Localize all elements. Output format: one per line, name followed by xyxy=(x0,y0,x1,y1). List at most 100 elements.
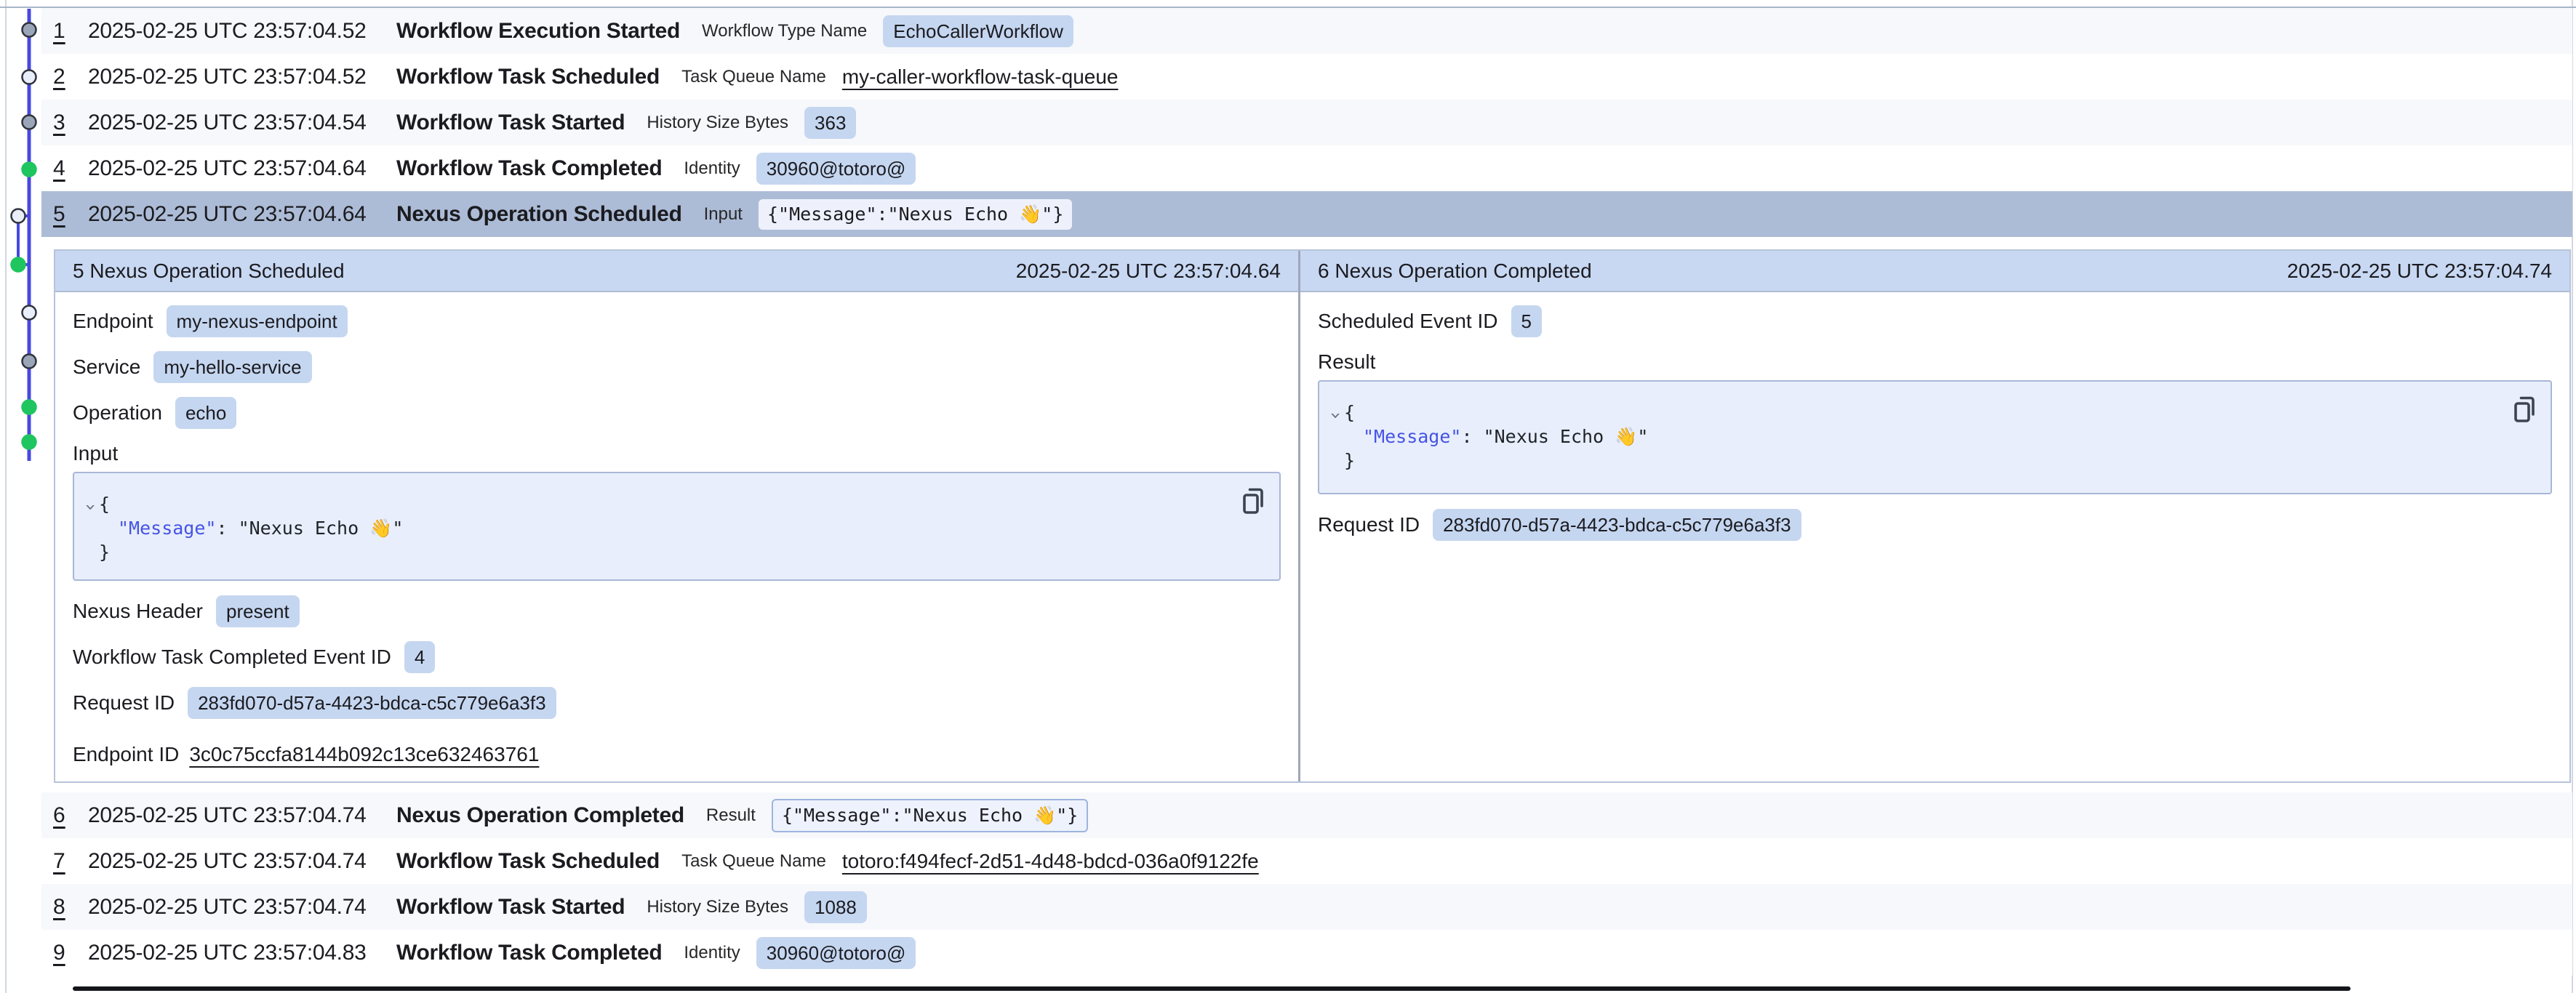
event-dot[interactable] xyxy=(23,116,36,129)
event-dot[interactable] xyxy=(23,435,36,449)
event-dot[interactable] xyxy=(23,306,36,320)
event-id-link[interactable]: 1 xyxy=(53,19,88,44)
input-section-label: Input xyxy=(73,435,1281,472)
event-detail-label: Task Queue Name xyxy=(681,67,826,87)
field-endpoint: Endpoint my-nexus-endpoint xyxy=(73,298,1281,344)
input-json-block: › { "Message": "Nexus Echo 👋" } xyxy=(73,472,1281,581)
event-id-link[interactable]: 3 xyxy=(53,110,88,135)
task-queue-link[interactable]: totoro:f494fecf-2d51-4d48-bdcd-036a0f912… xyxy=(842,850,1259,873)
event-row[interactable]: 6 2025-02-25 UTC 23:57:04.74 Nexus Opera… xyxy=(41,792,2572,838)
json-key: "Message" xyxy=(118,518,216,539)
bottom-scrollbar[interactable] xyxy=(73,986,2351,991)
field-value-badge: my-nexus-endpoint xyxy=(167,305,348,337)
event-row[interactable]: 1 2025-02-25 UTC 23:57:04.52 Workflow Ex… xyxy=(41,8,2572,54)
panel-timestamp: 2025-02-25 UTC 23:57:04.64 xyxy=(1016,260,1281,283)
event-dot[interactable] xyxy=(23,355,36,369)
event-timestamp: 2025-02-25 UTC 23:57:04.54 xyxy=(88,110,369,135)
event-timestamp: 2025-02-25 UTC 23:57:04.64 xyxy=(88,202,369,227)
field-value-badge: my-hello-service xyxy=(153,351,311,383)
panel-timestamp: 2025-02-25 UTC 23:57:04.74 xyxy=(2287,260,2552,283)
collapse-chevron-icon[interactable]: › xyxy=(78,502,102,513)
event-detail-badge: 30960@totoro@ xyxy=(756,153,916,185)
event-detail-badge: 30960@totoro@ xyxy=(756,937,916,969)
field-operation: Operation echo xyxy=(73,390,1281,435)
event-id-link[interactable]: 8 xyxy=(53,895,88,920)
field-wft-completed-event-id: Workflow Task Completed Event ID 4 xyxy=(73,634,1281,680)
event-id-link[interactable]: 6 xyxy=(53,803,88,828)
copy-icon[interactable] xyxy=(2511,395,2537,425)
event-id-link[interactable]: 5 xyxy=(53,202,88,227)
event-dot[interactable] xyxy=(23,163,36,177)
event-row[interactable]: 3 2025-02-25 UTC 23:57:04.54 Workflow Ta… xyxy=(41,100,2572,145)
event-dot[interactable] xyxy=(23,71,36,84)
endpoint-id-link[interactable]: 3c0c75ccfa8144b092c13ce632463761 xyxy=(189,743,539,766)
event-type-name: Workflow Task Scheduled xyxy=(396,849,660,874)
panel-header: 6 Nexus Operation Completed 2025-02-25 U… xyxy=(1300,251,2569,292)
field-label: Request ID xyxy=(73,691,175,715)
panel-title: 5 Nexus Operation Scheduled xyxy=(73,260,345,283)
event-detail-label: History Size Bytes xyxy=(647,897,788,917)
event-id-link[interactable]: 7 xyxy=(53,849,88,874)
event-timestamp: 2025-02-25 UTC 23:57:04.52 xyxy=(88,65,369,89)
field-value-badge: 4 xyxy=(404,641,435,673)
event-detail-label: Input xyxy=(704,204,743,225)
field-request-id: Request ID 283fd070-d57a-4423-bdca-c5c77… xyxy=(73,680,1281,725)
json-value: "Nexus Echo 👋" xyxy=(239,518,404,539)
event-detail-label: Identity xyxy=(684,943,740,963)
field-label: Workflow Task Completed Event ID xyxy=(73,646,391,669)
event-timestamp: 2025-02-25 UTC 23:57:04.52 xyxy=(88,19,369,44)
event-detail-label: Workflow Type Name xyxy=(702,21,867,41)
event-detail-panels: 5 Nexus Operation Scheduled 2025-02-25 U… xyxy=(54,249,2571,783)
json-value: "Nexus Echo 👋" xyxy=(1484,426,1649,447)
event-type-name: Workflow Task Started xyxy=(396,895,625,920)
field-value-badge: 5 xyxy=(1511,305,1542,337)
field-label: Request ID xyxy=(1318,513,1420,536)
task-queue-link[interactable]: my-caller-workflow-task-queue xyxy=(842,65,1119,89)
event-type-name: Nexus Operation Completed xyxy=(396,803,684,828)
field-endpoint-id: Endpoint ID 3c0c75ccfa8144b092c13ce63246… xyxy=(73,731,1281,777)
event-timestamp: 2025-02-25 UTC 23:57:04.74 xyxy=(88,895,369,920)
field-value-badge: echo xyxy=(175,397,236,429)
event-timestamp: 2025-02-25 UTC 23:57:04.83 xyxy=(88,941,369,965)
panel-body: Scheduled Event ID 5 Result › { "Message… xyxy=(1300,292,2569,547)
nexus-completed-panel: 6 Nexus Operation Completed 2025-02-25 U… xyxy=(1300,251,2569,781)
field-label: Scheduled Event ID xyxy=(1318,310,1498,333)
event-dot[interactable] xyxy=(23,401,36,414)
event-detail-badge: EchoCallerWorkflow xyxy=(883,15,1073,47)
event-rows-bottom: 6 2025-02-25 UTC 23:57:04.74 Nexus Opera… xyxy=(41,792,2572,976)
event-id-link[interactable]: 2 xyxy=(53,65,88,89)
field-label: Operation xyxy=(73,401,162,425)
event-type-name: Workflow Task Started xyxy=(396,110,625,135)
event-detail-label: Identity xyxy=(684,158,740,179)
panel-header: 5 Nexus Operation Scheduled 2025-02-25 U… xyxy=(55,251,1298,292)
json-separator: : xyxy=(1461,426,1483,447)
event-detail-label: History Size Bytes xyxy=(647,113,788,133)
event-timestamp: 2025-02-25 UTC 23:57:04.74 xyxy=(88,849,369,874)
copy-icon[interactable] xyxy=(1240,486,1266,517)
event-row-selected[interactable]: 5 2025-02-25 UTC 23:57:04.64 Nexus Opera… xyxy=(41,191,2572,237)
field-label: Nexus Header xyxy=(73,600,203,623)
json-close-brace: } xyxy=(1334,449,1355,473)
result-json-block: › { "Message": "Nexus Echo 👋" } xyxy=(1318,380,2552,494)
event-dot[interactable] xyxy=(12,209,25,223)
event-timestamp: 2025-02-25 UTC 23:57:04.64 xyxy=(88,156,369,181)
collapse-chevron-icon[interactable]: › xyxy=(1323,410,1347,422)
event-row[interactable]: 8 2025-02-25 UTC 23:57:04.74 Workflow Ta… xyxy=(41,884,2572,930)
event-detail-badge: 363 xyxy=(804,107,856,139)
field-service: Service my-hello-service xyxy=(73,344,1281,390)
field-label: Endpoint xyxy=(73,310,153,333)
event-row[interactable]: 4 2025-02-25 UTC 23:57:04.64 Workflow Ta… xyxy=(41,145,2572,191)
field-scheduled-event-id: Scheduled Event ID 5 xyxy=(1318,298,2552,344)
event-dot[interactable] xyxy=(23,23,36,37)
event-id-link[interactable]: 9 xyxy=(53,941,88,965)
event-row[interactable]: 7 2025-02-25 UTC 23:57:04.74 Workflow Ta… xyxy=(41,838,2572,884)
result-section-label: Result xyxy=(1318,344,2552,380)
event-row[interactable]: 2 2025-02-25 UTC 23:57:04.52 Workflow Ta… xyxy=(41,54,2572,100)
event-json-badge: {"Message":"Nexus Echo 👋"} xyxy=(759,199,1072,230)
event-type-name: Workflow Task Completed xyxy=(396,156,662,181)
event-row[interactable]: 9 2025-02-25 UTC 23:57:04.83 Workflow Ta… xyxy=(41,930,2572,976)
event-graph-timeline xyxy=(0,0,47,480)
event-id-link[interactable]: 4 xyxy=(53,156,88,181)
event-dot[interactable] xyxy=(12,258,25,272)
event-detail-label: Result xyxy=(706,805,756,826)
